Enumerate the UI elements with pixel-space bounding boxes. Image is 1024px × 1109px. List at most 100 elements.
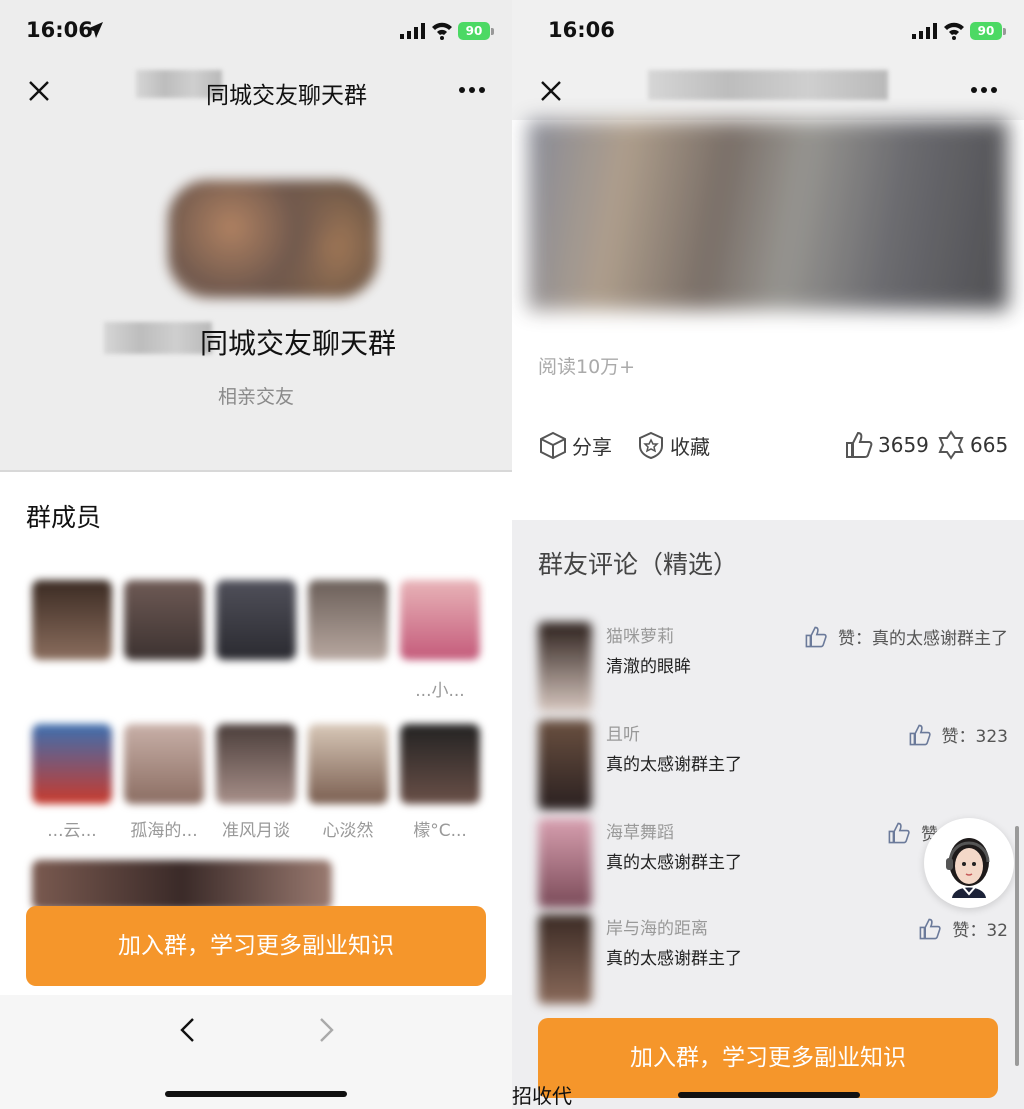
comment-text: 真的太感谢群主了 <box>606 853 742 873</box>
browser-toolbar <box>0 995 512 1109</box>
comment-text: 真的太感谢群主了 <box>606 949 742 969</box>
thumbs-up-icon <box>805 626 827 647</box>
battery-icon: 90 <box>458 22 490 40</box>
signal-icon <box>912 23 937 39</box>
member-avatar[interactable] <box>32 724 112 804</box>
redacted-name-prefix <box>104 322 212 354</box>
chevron-left-icon[interactable] <box>178 1017 198 1043</box>
battery-cap <box>1003 28 1006 35</box>
member-avatar[interactable] <box>400 580 480 660</box>
nav-title-text: 同城交友聊天群 <box>206 83 367 109</box>
close-icon[interactable] <box>26 78 52 104</box>
member-avatar[interactable] <box>308 580 388 660</box>
agent-headset-icon <box>946 838 990 898</box>
member-name <box>308 676 388 701</box>
nav-title: 同城交友聊天群 <box>206 76 367 110</box>
right-screen: 16:06 90 阅读10万+ 分享 收藏 3659 665 群友评论（精选） <box>512 0 1024 1109</box>
comment-like[interactable]: 赞：真的太感谢群主了 <box>804 624 1008 649</box>
share-label: 分享 <box>572 434 612 459</box>
member-avatar[interactable] <box>400 724 480 804</box>
customer-service-avatar[interactable] <box>924 818 1014 908</box>
nav-bar <box>512 60 1024 120</box>
thumbs-up-icon <box>919 918 942 939</box>
signal-icon <box>400 23 425 39</box>
share-action[interactable]: 分享 <box>538 430 612 460</box>
member-row-1 <box>32 580 480 660</box>
sparkle-icon <box>938 430 964 460</box>
thumbs-up-icon <box>909 724 931 745</box>
comment-like[interactable]: 赞：323 <box>908 722 1008 747</box>
wifi-icon <box>432 22 452 40</box>
article-image <box>528 120 1008 310</box>
join-group-button[interactable]: 加入群，学习更多副业知识 <box>26 906 486 986</box>
member-avatar[interactable] <box>124 724 204 804</box>
like-count: 3659 <box>878 433 929 457</box>
nav-bar: 同城交友聊天群 <box>0 60 512 120</box>
comment-text: 真的太感谢群主了 <box>606 755 742 775</box>
commenter-avatar[interactable] <box>538 914 592 1004</box>
member-names-row-1: ...小... <box>32 676 480 701</box>
star-shield-icon <box>639 431 663 460</box>
favorite-label: 收藏 <box>670 434 710 459</box>
member-names-row-2: ...云... 孤海的... 准风月谈 心淡然 檬°C... <box>32 816 480 841</box>
group-avatar <box>168 180 378 298</box>
member-avatar-strip <box>32 860 332 910</box>
member-avatar[interactable] <box>308 724 388 804</box>
article-actions: 分享 收藏 3659 665 <box>538 430 1008 464</box>
wifi-icon <box>944 22 964 40</box>
chevron-right-icon[interactable] <box>316 1017 336 1043</box>
group-name: 同城交友聊天群 <box>200 327 397 360</box>
more-icon[interactable] <box>458 82 486 98</box>
member-row-2 <box>32 724 480 804</box>
commenter-avatar[interactable] <box>538 622 592 712</box>
comments-title: 群友评论（精选） <box>538 550 739 579</box>
commenter-avatar[interactable] <box>538 818 592 908</box>
member-name: ...云... <box>47 821 97 841</box>
member-avatar[interactable] <box>216 580 296 660</box>
battery-cap <box>491 28 494 35</box>
read-count: 阅读10万+ <box>538 356 636 378</box>
status-time: 16:06 <box>548 18 615 42</box>
left-screen: 16:06 90 同城交友聊天群 同城交友聊天群 相亲交友 群成员 ...小..… <box>0 0 512 1109</box>
comment-item: 猫咪萝莉 清澈的眼眸 赞：真的太感谢群主了 <box>538 622 1008 714</box>
home-indicator <box>165 1091 347 1097</box>
comment-like-text: 赞：32 <box>952 921 1008 941</box>
redacted-title <box>648 70 888 100</box>
join-group-button[interactable]: 加入群，学习更多副业知识 <box>538 1018 998 1098</box>
wow-count: 665 <box>970 433 1009 457</box>
comment-like-text: 赞：真的太感谢群主了 <box>838 629 1008 649</box>
more-icon[interactable] <box>970 82 998 98</box>
member-avatar[interactable] <box>124 580 204 660</box>
favorite-action[interactable]: 收藏 <box>636 430 710 460</box>
group-tag: 相亲交友 <box>217 386 294 408</box>
commenter-name: 岸与海的距离 <box>606 919 708 939</box>
commenter-name: 且听 <box>606 725 640 745</box>
commenter-avatar[interactable] <box>538 720 592 810</box>
comment-like[interactable]: 赞：32 <box>918 916 1008 941</box>
comment-like-text: 赞：323 <box>941 727 1008 747</box>
thumbs-up-icon <box>846 431 873 458</box>
status-bar: 16:06 90 <box>512 0 1024 60</box>
member-name: 檬°C... <box>413 821 467 841</box>
comment-item: 岸与海的距离 真的太感谢群主了 赞：32 <box>538 914 1008 1006</box>
home-indicator <box>678 1092 860 1098</box>
commenter-name: 海草舞蹈 <box>606 823 674 843</box>
scrollbar-thumb[interactable] <box>1015 826 1019 1066</box>
member-name: 心淡然 <box>322 821 374 841</box>
member-avatar[interactable] <box>216 724 296 804</box>
member-avatar[interactable] <box>32 580 112 660</box>
share-icon <box>540 431 566 460</box>
member-name <box>124 676 204 701</box>
commenter-name: 猫咪萝莉 <box>606 627 674 647</box>
like-action[interactable]: 3659 <box>844 430 929 460</box>
battery-icon: 90 <box>970 22 1002 40</box>
member-name: 准风月谈 <box>222 821 290 841</box>
members-title: 群成员 <box>26 503 102 532</box>
wow-action[interactable]: 665 <box>936 430 1008 460</box>
status-bar: 16:06 90 <box>0 0 512 60</box>
comment-text: 清澈的眼眸 <box>606 657 691 677</box>
location-icon <box>87 22 103 38</box>
close-icon[interactable] <box>538 78 564 104</box>
member-name <box>216 676 296 701</box>
member-row-3 <box>32 860 332 910</box>
